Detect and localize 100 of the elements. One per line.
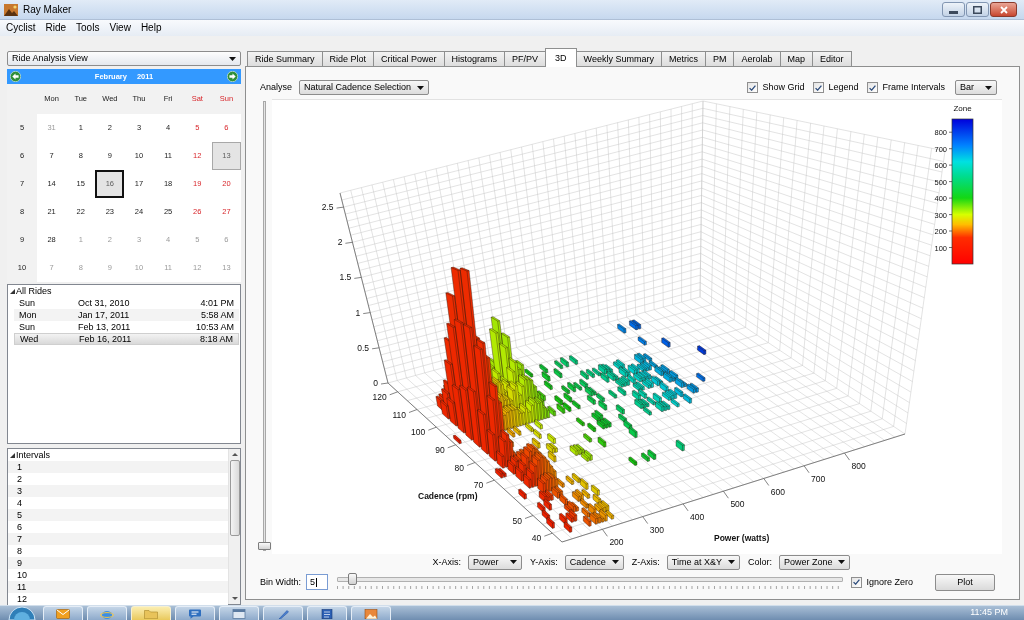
taskbar-button[interactable]: [351, 606, 391, 620]
bin-width-slider-track[interactable]: [337, 576, 844, 582]
ride-time: 10:53 AM: [195, 322, 234, 332]
tree-header[interactable]: Intervals: [16, 451, 50, 460]
taskbar-button[interactable]: [87, 606, 127, 620]
axis-dropdown[interactable]: Cadence: [564, 554, 624, 570]
close-icon: [999, 5, 1008, 14]
slider-handle[interactable]: [258, 542, 271, 550]
folder-icon[interactable]: [144, 609, 158, 619]
axis-tick-label: 0: [373, 378, 378, 388]
bin-width-input[interactable]: 5: [306, 574, 328, 590]
picture-icon[interactable]: [364, 609, 378, 619]
axis-tick-label: 2.5: [321, 202, 334, 213]
checkbox-label: Frame Intervals: [882, 83, 945, 92]
interval-row[interactable]: 1: [8, 461, 228, 473]
interval-row[interactable]: 12: [8, 593, 228, 605]
tab[interactable]: Metrics: [660, 51, 706, 66]
tab[interactable]: Aerolab: [733, 51, 781, 66]
caret-icon: [727, 560, 735, 564]
tab[interactable]: Histograms: [443, 51, 506, 66]
start-orb-icon[interactable]: [8, 606, 36, 620]
tree-header[interactable]: All Rides: [16, 287, 52, 296]
maximize-button[interactable]: [966, 2, 989, 17]
tab[interactable]: Critical Power: [373, 51, 445, 66]
text-cursor-icon: [316, 577, 318, 587]
window-title: Ray Maker: [23, 4, 72, 15]
landscape-icon: [4, 3, 18, 16]
axis-dropdown[interactable]: Time at X&Y: [666, 554, 740, 570]
checkmark-icon: [815, 84, 823, 91]
ride-row[interactable]: Wed Feb 16, 2011 8:18 AM: [14, 333, 239, 345]
right-arrow-icon[interactable]: [227, 71, 238, 82]
checkbox[interactable]: [747, 82, 759, 93]
axis-tick-label: 100: [411, 427, 426, 438]
window-icon[interactable]: [232, 609, 246, 619]
envelope-icon[interactable]: [56, 609, 70, 619]
expand-triangle-icon[interactable]: [10, 453, 15, 458]
taskbar-button[interactable]: [219, 606, 259, 620]
analyse-dropdown[interactable]: Natural Cadence Selection: [299, 80, 430, 95]
caret-icon: [838, 560, 846, 564]
menu-item[interactable]: Ride: [40, 23, 72, 33]
axis-tick-label: 500: [730, 499, 745, 510]
checkbox-label: Show Grid: [762, 83, 805, 92]
axis-tick-label: 300: [649, 524, 664, 535]
chart-style-dropdown[interactable]: Bar: [955, 80, 997, 95]
scroll-up-icon[interactable]: [231, 453, 238, 456]
menu-item[interactable]: Help: [135, 23, 167, 33]
axis-tick-label: 1: [355, 307, 361, 318]
pen-icon[interactable]: [276, 609, 290, 619]
checkbox-label: Legend: [828, 83, 859, 92]
axis-tick-label: 40: [531, 533, 542, 544]
axis-tick-label: 0.5: [357, 342, 370, 353]
interval-row[interactable]: 3: [8, 485, 228, 497]
scrollbar[interactable]: [228, 449, 240, 604]
taskbar-button[interactable]: [43, 606, 83, 620]
tab[interactable]: Editor: [812, 51, 852, 66]
tab[interactable]: Map: [779, 51, 813, 66]
ride-day: Wed: [20, 334, 79, 344]
menu-item[interactable]: View: [104, 23, 136, 33]
tab[interactable]: Ride Summary: [247, 51, 323, 66]
analyse-label: Analyse: [260, 83, 293, 92]
interval-row[interactable]: 5: [8, 509, 228, 521]
interval-row[interactable]: 9: [8, 557, 228, 569]
caret-icon: [611, 560, 619, 564]
tab[interactable]: PM: [704, 51, 735, 66]
tab[interactable]: Ride Plot: [321, 51, 375, 66]
close-button[interactable]: [990, 2, 1017, 17]
ride-row[interactable]: Mon Jan 17, 2011 5:58 AM: [14, 309, 239, 321]
menu-item[interactable]: Tools: [71, 23, 105, 33]
interval-row[interactable]: 11: [8, 581, 228, 593]
taskbar-button[interactable]: [263, 606, 303, 620]
tab[interactable]: PF/PV: [504, 51, 547, 66]
tab[interactable]: Weekly Summary: [575, 51, 662, 66]
axis-tick-label: 600: [770, 486, 785, 497]
axis-tick-label: 200: [609, 537, 624, 548]
axis-dropdown[interactable]: Power: [468, 554, 523, 570]
menu-item[interactable]: Cyclist: [1, 23, 41, 33]
ride-time: 4:01 PM: [200, 298, 234, 308]
tab[interactable]: 3D: [545, 48, 577, 67]
left-arrow-icon[interactable]: [10, 71, 21, 82]
speech-bubble-icon[interactable]: [188, 609, 202, 619]
checkbox[interactable]: [851, 576, 863, 588]
view-dropdown[interactable]: Ride Analysis View: [7, 51, 241, 66]
ride-date: Feb 16, 2011: [79, 334, 132, 344]
scroll-thumb[interactable]: [229, 460, 240, 536]
scroll-down-icon[interactable]: [231, 597, 238, 600]
minimize-button[interactable]: [942, 2, 965, 17]
taskbar-button[interactable]: [175, 606, 215, 620]
checkbox[interactable]: [813, 82, 825, 93]
checkbox[interactable]: [867, 82, 879, 93]
axis-tick-label: 80: [454, 462, 464, 473]
slider-thumb[interactable]: [347, 572, 357, 585]
taskbar-button[interactable]: [307, 606, 347, 620]
plot-button[interactable]: Plot: [935, 573, 995, 591]
axis-tick-label: 90: [435, 444, 445, 455]
document-icon[interactable]: [320, 609, 334, 619]
interval-row[interactable]: 7: [8, 533, 228, 545]
axis-title: Power (watts): [714, 533, 770, 543]
planet-icon[interactable]: [100, 609, 114, 619]
axis-dropdown[interactable]: Power Zone: [778, 554, 851, 570]
expand-triangle-icon[interactable]: [10, 289, 15, 294]
